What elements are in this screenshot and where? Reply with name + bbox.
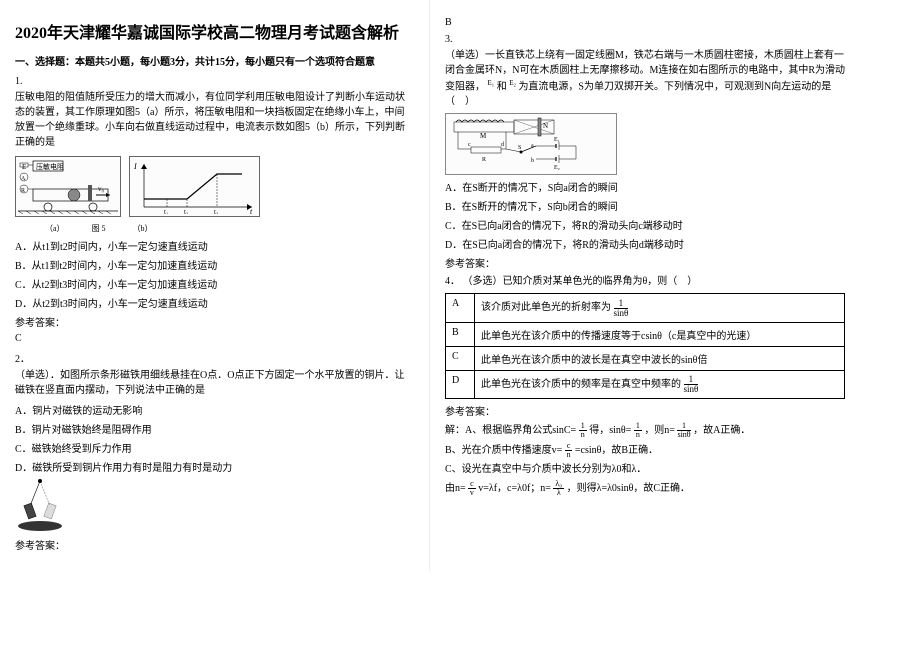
q4-expB-2: =csinθ，故B正确． bbox=[575, 445, 658, 456]
q3-option-c: C．在S已向a闭合的情况下，将R的滑动头向c端移动时 bbox=[445, 217, 845, 232]
q4-exp-b: B、光在介质中传播速度v= c n =csinθ，故B正确． bbox=[445, 442, 845, 459]
q1-number: 1. bbox=[15, 76, 414, 87]
table-row: C 此单色光在该介质中的波长是在真空中波长的sinθ倍 bbox=[446, 346, 845, 370]
q1-option-c: C．从t2到t3时间内，小车一定匀加速直线运动 bbox=[15, 276, 414, 291]
q4-rowA-label: A bbox=[446, 294, 475, 322]
q4-rowA-cell: 该介质对此单色光的折射率为 1 sinθ bbox=[475, 294, 845, 322]
q2-option-d: D．磁铁所受到铜片作用力有时是阻力有时是动力 bbox=[15, 459, 414, 474]
q1-figure-row: E A R 压敏电阻 v₀ bbox=[15, 156, 414, 217]
q1-answer-label: 参考答案： bbox=[15, 314, 414, 329]
svg-text:R: R bbox=[482, 157, 486, 163]
svg-text:N: N bbox=[543, 122, 548, 130]
table-row: D 此单色光在该介质中的频率是在真空中频率的 1 sinθ bbox=[446, 370, 845, 398]
circuit-coil-icon: M N R c d S a b bbox=[446, 114, 616, 174]
q4-exp-c: C、设光在真空中与介质中波长分别为λ0和λ． bbox=[445, 462, 845, 477]
tick-t2: t₂ bbox=[184, 208, 189, 214]
svg-text:d: d bbox=[501, 142, 504, 148]
q2-number: 2． bbox=[15, 350, 414, 365]
svg-text:b: b bbox=[531, 158, 534, 164]
tick-t1: t₁ bbox=[164, 208, 168, 214]
caption-a: （a） bbox=[45, 224, 65, 233]
label-A: A bbox=[21, 176, 26, 182]
q4-expD-1: 由n= bbox=[445, 483, 466, 494]
q2-option-c: C．磁铁始终受到斥力作用 bbox=[15, 440, 414, 455]
q4-rowC-label: C bbox=[446, 346, 475, 370]
q3-E2: E₂ bbox=[509, 79, 516, 87]
q4-rowD-text: 此单色光在该介质中的频率是在真空中频率的 bbox=[481, 379, 681, 390]
q1-figure-a: E A R 压敏电阻 v₀ bbox=[15, 156, 121, 217]
q4-exp-a: 解：A、根据临界角公式sinC= 1 n 得，sinθ= 1 n ，则n= 1 … bbox=[445, 422, 845, 439]
q1-figure-b: I t t₁ t₂ t₃ bbox=[129, 156, 260, 217]
q3-body-part2: 和 bbox=[497, 81, 507, 92]
q4-answer-label: 参考答案： bbox=[445, 403, 845, 418]
cart-circuit-icon: E A R 压敏电阻 v₀ bbox=[18, 159, 118, 214]
q4-rowD-cell: 此单色光在该介质中的频率是在真空中频率的 1 sinθ bbox=[475, 370, 845, 398]
table-row: A 该介质对此单色光的折射率为 1 sinθ bbox=[446, 294, 845, 322]
q2-answer: B bbox=[445, 17, 845, 28]
section-header: 一、选择题：本题共5小题，每小题3分，共计15分，每小题只有一个选项符合题意 bbox=[15, 53, 414, 68]
axis-I: I bbox=[133, 162, 137, 171]
svg-text:E₁: E₁ bbox=[554, 137, 560, 143]
q1-option-a: A．从t1到t2时间内，小车一定匀速直线运动 bbox=[15, 238, 414, 253]
label-v0: v₀ bbox=[98, 185, 105, 193]
q4-rowB-text: 此单色光在该介质中的传播速度等于csinθ（c是真空中的光速） bbox=[475, 322, 845, 346]
left-column: 2020年天津耀华嘉诚国际学校高二物理月考试题含解析 一、选择题：本题共5小题，… bbox=[0, 0, 430, 571]
q2-option-b: B．铜片对磁铁始终是阻碍作用 bbox=[15, 421, 414, 436]
q4-expA-3: ，则n= bbox=[644, 425, 675, 436]
q4-rowC-text: 此单色光在该介质中的波长是在真空中波长的sinθ倍 bbox=[475, 346, 845, 370]
svg-text:c: c bbox=[468, 142, 471, 148]
q2-option-a: A．铜片对磁铁的运动无影响 bbox=[15, 402, 414, 417]
q4-expA-1: 解：A、根据临界角公式sinC= bbox=[445, 425, 576, 436]
current-graph-icon: I t t₁ t₂ t₃ bbox=[132, 159, 257, 214]
q4-expD-3: ，则得λ=λ0sinθ，故C正确． bbox=[567, 483, 690, 494]
q1-fig-caption-row: （a） 图 5 （b） bbox=[45, 223, 414, 234]
q3-E1: E₁ bbox=[488, 79, 495, 87]
q4-expA-4: ，故A正确． bbox=[693, 425, 750, 436]
q4-body: （多选）已知介质对某单色光的临界角为θ，则（ ） bbox=[463, 276, 698, 287]
svg-text:M: M bbox=[480, 132, 487, 140]
q3-figure: M N R c d S a b bbox=[445, 113, 617, 175]
q3-number: 3. bbox=[445, 34, 845, 45]
exam-title: 2020年天津耀华嘉诚国际学校高二物理月考试题含解析 bbox=[15, 19, 414, 43]
q3-option-b: B．在S断开的情况下，S向b闭合的瞬间 bbox=[445, 198, 845, 213]
q3-option-d: D．在S已向a闭合的情况下，将R的滑动头向d端移动时 bbox=[445, 236, 845, 251]
table-row: B 此单色光在该介质中的传播速度等于csinθ（c是真空中的光速） bbox=[446, 322, 845, 346]
q4-number: 4． bbox=[445, 276, 460, 287]
axis-t: t bbox=[250, 207, 253, 214]
q1-option-d: D．从t2到t3时间内，小车一定匀速直线运动 bbox=[15, 295, 414, 310]
q4-rowA-text: 该介质对此单色光的折射率为 bbox=[481, 302, 611, 313]
q4-options-table: A 该介质对此单色光的折射率为 1 sinθ B 此单色光在该介质中的传播速度等… bbox=[445, 293, 845, 398]
q1-answer: C bbox=[15, 333, 414, 344]
q2-figure bbox=[15, 478, 65, 533]
q4-head: 4． （多选）已知介质对某单色光的临界角为θ，则（ ） bbox=[445, 274, 845, 289]
tick-t3: t₃ bbox=[214, 208, 219, 214]
q2-answer-label: 参考答案： bbox=[15, 537, 414, 552]
q3-answer-label: 参考答案： bbox=[445, 255, 845, 270]
q2-body: （单选）．如图所示条形磁铁用细线悬挂在O点．O点正下方固定一个水平放置的铜片．让… bbox=[15, 368, 414, 398]
q4-exp-d: 由n= c v v=λf，c=λ0f；n= λ₀ λ ，则得λ=λ0sinθ，故… bbox=[445, 480, 845, 497]
q4-rowD-label: D bbox=[446, 370, 475, 398]
caption-main: 图 5 bbox=[92, 224, 106, 233]
q4-expB-1: B、光在介质中传播速度v= bbox=[445, 445, 562, 456]
q1-option-b: B．从t1到t2时间内，小车一定匀加速直线运动 bbox=[15, 257, 414, 272]
magnet-pendulum-icon bbox=[15, 478, 65, 533]
label-pressure: 压敏电阻 bbox=[36, 162, 64, 171]
q4-rowB-label: B bbox=[446, 322, 475, 346]
label-R: R bbox=[21, 188, 25, 194]
caption-b: （b） bbox=[133, 224, 153, 233]
q4-expA-2: 得，sinθ= bbox=[589, 425, 631, 436]
q4-expD-2: v=λf，c=λ0f；n= bbox=[478, 483, 551, 494]
q1-body: 压敏电阻的阻值随所受压力的增大而减小，有位同学利用压敏电阻设计了判断小车运动状态… bbox=[15, 90, 414, 150]
svg-text:E₂: E₂ bbox=[554, 165, 560, 171]
q3-body: （单选）一长直铁芯上绕有一固定线圈M，铁芯右端与一木质圆柱密接，木质圆柱上套有一… bbox=[445, 48, 845, 109]
q3-option-a: A．在S断开的情况下，S向a闭合的瞬间 bbox=[445, 179, 845, 194]
svg-text:S: S bbox=[518, 145, 521, 151]
right-column: B 3. （单选）一长直铁芯上绕有一固定线圈M，铁芯右端与一木质圆柱密接，木质圆… bbox=[430, 0, 860, 571]
